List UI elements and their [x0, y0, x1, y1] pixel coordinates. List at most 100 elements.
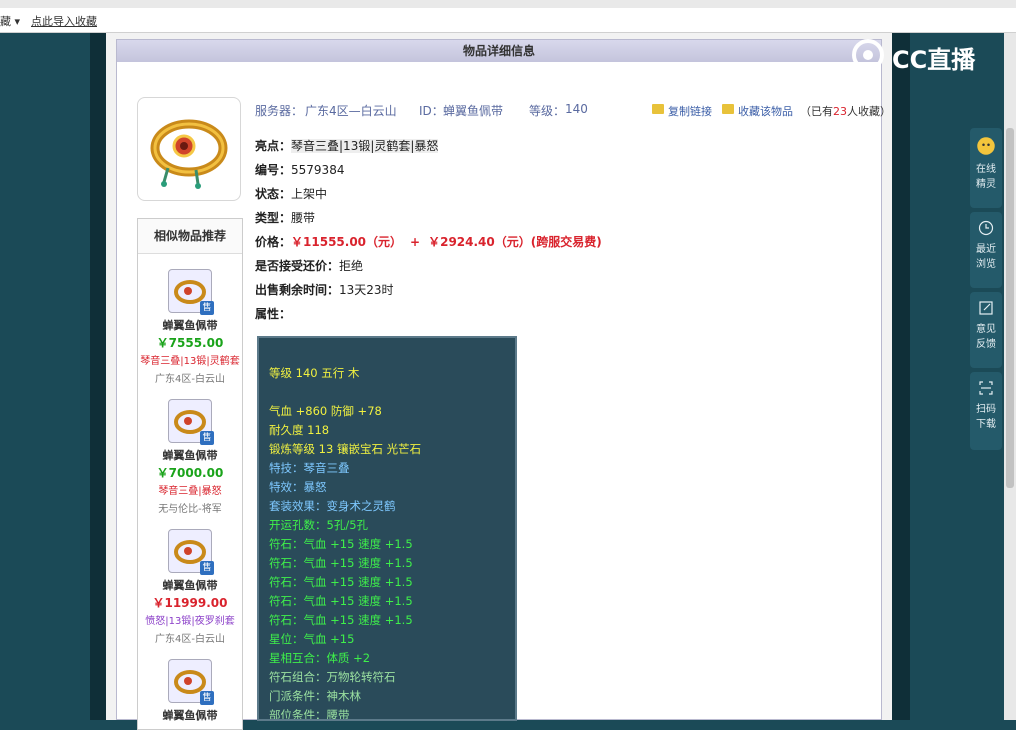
scrollbar-thumb[interactable]	[1006, 128, 1014, 488]
bargain-value: 拒绝	[339, 259, 364, 273]
import-bookmarks-link[interactable]: 点此导入收藏	[31, 13, 97, 29]
attribute-line: 特效：暴怒	[269, 480, 327, 494]
page-content: 物品详细信息 相似物品推荐 售 蝉翼鱼佩带 ￥7555.00 琴音三叠|13锻|…	[106, 33, 892, 730]
similar-items-title: 相似物品推荐	[138, 219, 242, 254]
bargain-label: 是否接受还价：	[255, 259, 340, 273]
similar-item-tags: 琴音三叠|暴怒	[158, 486, 222, 497]
attribute-line: 门派条件：神木林	[269, 689, 361, 703]
attribute-line: 符石：气血 +15 速度 +1.5	[269, 556, 413, 570]
similar-item-server: 无与伦比-将军	[158, 504, 222, 515]
price-label: 价格：	[255, 235, 292, 249]
remaining-time-label: 出售剩余时间：	[255, 283, 340, 297]
id-label: ID：	[419, 104, 444, 118]
sidebar-scan-download[interactable]: 扫码 下载	[970, 372, 1002, 450]
sidebar-label: 扫码	[976, 404, 996, 415]
panel-title: 物品详细信息	[117, 40, 881, 62]
cc-logo-icon	[852, 39, 884, 71]
attributes-label: 属性：	[255, 307, 292, 321]
similar-item-price: ￥7000.00	[156, 466, 224, 480]
favorite-button[interactable]: 收藏该物品	[738, 103, 793, 119]
bookmark-folder[interactable]: 藏 ▾	[0, 13, 20, 29]
level-label: 等级：	[529, 104, 566, 118]
similar-item-name[interactable]: 蝉翼鱼佩带	[138, 447, 242, 463]
sidebar-recent-views[interactable]: 最近 浏览	[970, 212, 1002, 288]
attribute-line: 耐久度 118	[269, 423, 330, 437]
copy-link-button[interactable]: 复制链接	[668, 103, 712, 119]
sidebar-label: 最近	[976, 244, 996, 255]
number-value: 5579384	[291, 163, 345, 177]
attribute-line: 等级 140 五行 木	[269, 366, 360, 380]
status-label: 状态：	[255, 187, 292, 201]
item-info-row: 服务器： 广东4区—白云山 ID： 蝉翼鱼佩带 等级： 140 复制链接 收藏该…	[255, 102, 891, 119]
sale-badge: 售	[200, 561, 214, 575]
id-value: 蝉翼鱼佩带	[443, 104, 504, 118]
sidebar-label: 浏览	[976, 259, 996, 270]
clock-icon	[978, 220, 994, 236]
attribute-line: 部位条件：腰带	[269, 708, 350, 721]
similar-item[interactable]: 售 蝉翼鱼佩带 ￥7555.00 琴音三叠|13锻|灵鹤套 广东4区-白云山	[138, 269, 242, 385]
level-value: 140	[565, 102, 588, 116]
similar-item[interactable]: 售 蝉翼鱼佩带 ￥7000.00 琴音三叠|暴怒 无与伦比-将军	[138, 399, 242, 515]
similar-item-tags: 琴音三叠|13锻|灵鹤套	[140, 356, 240, 367]
cc-live-logo: CC直播	[850, 38, 990, 74]
status-value: 上架中	[291, 187, 328, 201]
sidebar-feedback[interactable]: 意见 反馈	[970, 292, 1002, 368]
sidebar-label: 精灵	[976, 179, 996, 190]
attributes-panel: 等级 140 五行 木 气血 +860 防御 +78 耐久度 118 锻炼等级 …	[257, 336, 517, 721]
favorite-count: （已有23人收藏）	[800, 103, 891, 119]
similar-item-image[interactable]: 售	[168, 399, 214, 445]
similar-item-image[interactable]: 售	[168, 659, 214, 705]
favorite-count-number: 23	[833, 105, 847, 118]
similar-item-price: ￥11999.00	[152, 596, 228, 610]
sidebar-label: 意见	[976, 324, 996, 335]
type-value: 腰带	[291, 211, 316, 225]
sidebar-online-helper[interactable]: 在线 精灵	[970, 128, 1002, 208]
similar-item-name[interactable]: 蝉翼鱼佩带	[138, 317, 242, 333]
remaining-time-row: 出售剩余时间：13天23时	[255, 281, 394, 298]
attribute-line: 符石：气血 +15 速度 +1.5	[269, 537, 413, 551]
similar-item-name[interactable]: 蝉翼鱼佩带	[138, 707, 242, 723]
similar-items-panel: 相似物品推荐 售 蝉翼鱼佩带 ￥7555.00 琴音三叠|13锻|灵鹤套 广东4…	[137, 218, 243, 730]
similar-item[interactable]: 售 蝉翼鱼佩带 ￥11999.00 愤怒|13锻|夜罗刹套 广东4区-白云山	[138, 529, 242, 645]
server-value: 广东4区—白云山	[305, 104, 397, 118]
attribute-line: 星相互合：体质 +2	[269, 651, 371, 665]
number-label: 编号：	[255, 163, 292, 177]
bookmarks-bar: 藏 ▾ 点此导入收藏	[0, 8, 1016, 33]
background-right-stripe	[892, 33, 910, 720]
attribute-line: 锻炼等级 13 镶嵌宝石 光芒石	[269, 442, 422, 456]
browser-tab-strip	[0, 0, 1016, 8]
similar-item-image[interactable]: 售	[168, 269, 214, 315]
item-detail-panel: 物品详细信息 相似物品推荐 售 蝉翼鱼佩带 ￥7555.00 琴音三叠|13锻|…	[116, 39, 891, 730]
bargain-row: 是否接受还价：拒绝	[255, 257, 363, 274]
similar-item[interactable]: 售 蝉翼鱼佩带	[138, 659, 242, 723]
sale-badge: 售	[200, 691, 214, 705]
remaining-time-value: 13天23时	[339, 283, 394, 297]
cc-logo-text: CC直播	[892, 46, 976, 74]
similar-item-server: 广东4区-白云山	[155, 374, 225, 385]
similar-item-tags: 愤怒|13锻|夜罗刹套	[145, 616, 235, 627]
highlight-label: 亮点：	[255, 139, 292, 153]
helper-avatar-icon	[977, 137, 995, 155]
favorite-count-suffix: 人收藏）	[847, 105, 891, 118]
attribute-line: 符石：气血 +15 速度 +1.5	[269, 594, 413, 608]
similar-item-name[interactable]: 蝉翼鱼佩带	[138, 577, 242, 593]
qr-scan-icon	[979, 381, 993, 395]
favorite-icon[interactable]	[722, 104, 734, 114]
server-label: 服务器：	[255, 104, 304, 118]
price-plus: +	[410, 235, 421, 249]
similar-item-image[interactable]: 售	[168, 529, 214, 575]
page-scrollbar[interactable]	[1004, 33, 1016, 720]
copy-link-icon[interactable]	[652, 104, 664, 114]
background-left-stripe	[90, 33, 106, 720]
background-left	[0, 33, 90, 720]
attribute-line: 套装效果：变身术之灵鹤	[269, 499, 396, 513]
attribute-line: 特技：琴音三叠	[269, 461, 350, 475]
attributes-label-row: 属性：	[255, 305, 291, 322]
price-extra: ￥2924.40（元）(跨服交易费)	[428, 235, 602, 249]
sidebar-label: 反馈	[976, 339, 996, 350]
item-image	[137, 97, 241, 201]
sale-badge: 售	[200, 301, 214, 315]
similar-item-price: ￥7555.00	[156, 336, 224, 350]
price-value: ￥11555.00（元）	[291, 235, 403, 249]
status-row: 状态：上架中	[255, 185, 327, 202]
